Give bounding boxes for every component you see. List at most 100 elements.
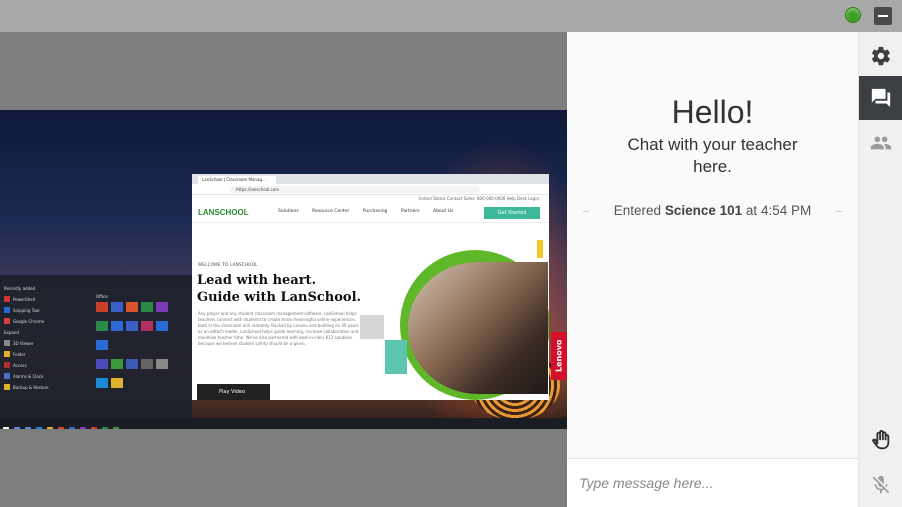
list-item: Folder [4, 349, 89, 359]
tile [96, 359, 108, 369]
message-input[interactable] [567, 459, 858, 507]
app-icon [4, 362, 10, 368]
divider [836, 211, 842, 212]
entered-prefix: Entered [613, 203, 662, 218]
list-item: 3D Viewer [4, 338, 89, 348]
list-item: Alarms & Clock [4, 371, 89, 381]
taskbar-icon [36, 427, 42, 429]
tile [126, 321, 138, 331]
remote-desktop-screenshot: Recently added PowerShell Snipping Tool … [0, 110, 567, 429]
window-title-bar [0, 0, 902, 32]
browser-tab: LanSchool | Classroom Manag... [198, 176, 276, 184]
list-item-label: Alarms & Clock [13, 373, 44, 379]
taskbar-icon [113, 427, 119, 429]
taskbar-icon [25, 427, 31, 429]
decor-teal-block [385, 340, 407, 374]
hero-title-line: Lead with heart. [197, 273, 317, 288]
remote-taskbar [0, 418, 567, 429]
list-item: PowerShell [4, 294, 89, 304]
chat-panel: Hello! Chat with your teacher here. Ente… [567, 32, 858, 507]
tile [96, 340, 108, 350]
site-navigation: LANSCHOOL Solutions Resource Center Purc… [192, 203, 549, 223]
section-label: Office [96, 293, 108, 299]
site-nav-links: Solutions Resource Center Purchasing Par… [278, 209, 465, 214]
list-item: Backup & Restore [4, 382, 89, 392]
app-icon [4, 373, 10, 379]
taskbar-icon [102, 427, 108, 429]
tile [111, 321, 123, 331]
taskbar-icon [69, 427, 75, 429]
tile [111, 378, 123, 388]
lanschool-logo: LANSCHOOL [198, 208, 249, 217]
get-started-button: Get Started [484, 207, 540, 219]
app-icon [4, 340, 10, 346]
start-menu-list: Recently added PowerShell Snipping Tool … [4, 283, 89, 393]
list-item-label: Expand [4, 329, 19, 335]
chat-tab-button[interactable] [859, 76, 902, 120]
hero-photo [408, 262, 548, 394]
tile [141, 302, 153, 312]
class-name: Science 101 [664, 203, 743, 218]
tile [96, 321, 108, 331]
taskbar-icon [14, 427, 20, 429]
status-dot-icon [845, 7, 861, 23]
entered-time: 4:54 PM [760, 203, 812, 218]
list-item-label: Backup & Restore [13, 384, 49, 390]
start-menu-tiles: Office [96, 291, 186, 397]
entered-class-message: Entered Science 101 at 4:54 PM [567, 203, 858, 218]
microphone-button[interactable] [859, 463, 902, 507]
mic-muted-icon [872, 475, 890, 494]
list-item: Access [4, 360, 89, 370]
list-item-label: Snipping Tool [13, 307, 40, 313]
entered-mid: at [745, 203, 758, 218]
chat-greeting: Hello! [671, 94, 754, 130]
hero-title: Lead with heart. Guide with LanSchool. [197, 272, 361, 306]
nav-link: Solutions [278, 209, 299, 214]
play-video-button: Play Video [197, 384, 270, 400]
side-rail [858, 32, 902, 507]
list-item: Google Chrome [4, 316, 89, 326]
remote-browser-window: LanSchool | Classroom Manag... https://l… [192, 174, 549, 400]
people-button[interactable] [859, 121, 902, 165]
taskbar-icon [47, 427, 53, 429]
list-item: Snipping Tool [4, 305, 89, 315]
site-utility-links: United States Contact Sales: 800-000-000… [418, 196, 539, 201]
settings-button[interactable] [859, 34, 902, 78]
list-item-label: Access [13, 362, 27, 368]
tile [111, 359, 123, 369]
app-icon [4, 307, 10, 313]
tile [126, 302, 138, 312]
nav-link: Partners [400, 209, 420, 214]
nav-link: Resource Center [312, 209, 350, 214]
taskbar-icon [91, 427, 97, 429]
remote-screen-area: Recently added PowerShell Snipping Tool … [0, 32, 567, 507]
app-icon [4, 384, 10, 390]
hero-body-text: Any player and any student classroom man… [198, 311, 359, 346]
browser-toolbar: https://lanschool.com [192, 184, 549, 195]
taskbar-icon [3, 427, 9, 429]
hero-title-line: Guide with LanSchool. [197, 290, 362, 305]
browser-tab-strip: LanSchool | Classroom Manag... [192, 174, 549, 184]
section-label: Recently added [4, 285, 36, 291]
raise-hand-icon [872, 430, 890, 450]
chat-subtitle: Chat with your teacher here. [627, 135, 798, 176]
gear-icon [871, 46, 890, 66]
raise-hand-button[interactable] [859, 419, 902, 463]
minimize-button[interactable] [874, 7, 892, 25]
list-item: Expand [4, 327, 89, 337]
start-menu-section: Recently added [4, 283, 89, 293]
tile [156, 321, 168, 331]
tile [156, 302, 168, 312]
tile [96, 378, 108, 388]
decor-yellow-bar [537, 240, 543, 258]
taskbar-icon [58, 427, 64, 429]
app-icon [4, 296, 10, 302]
start-menu: Recently added PowerShell Snipping Tool … [0, 275, 192, 420]
tile [126, 359, 138, 369]
people-icon [870, 136, 892, 150]
tile [141, 359, 153, 369]
browser-address-bar: https://lanschool.com [230, 186, 480, 193]
app-icon [4, 318, 10, 324]
start-menu-section: Office [96, 291, 186, 301]
hero-eyebrow: WELCOME TO LANSCHOOL [198, 262, 258, 267]
